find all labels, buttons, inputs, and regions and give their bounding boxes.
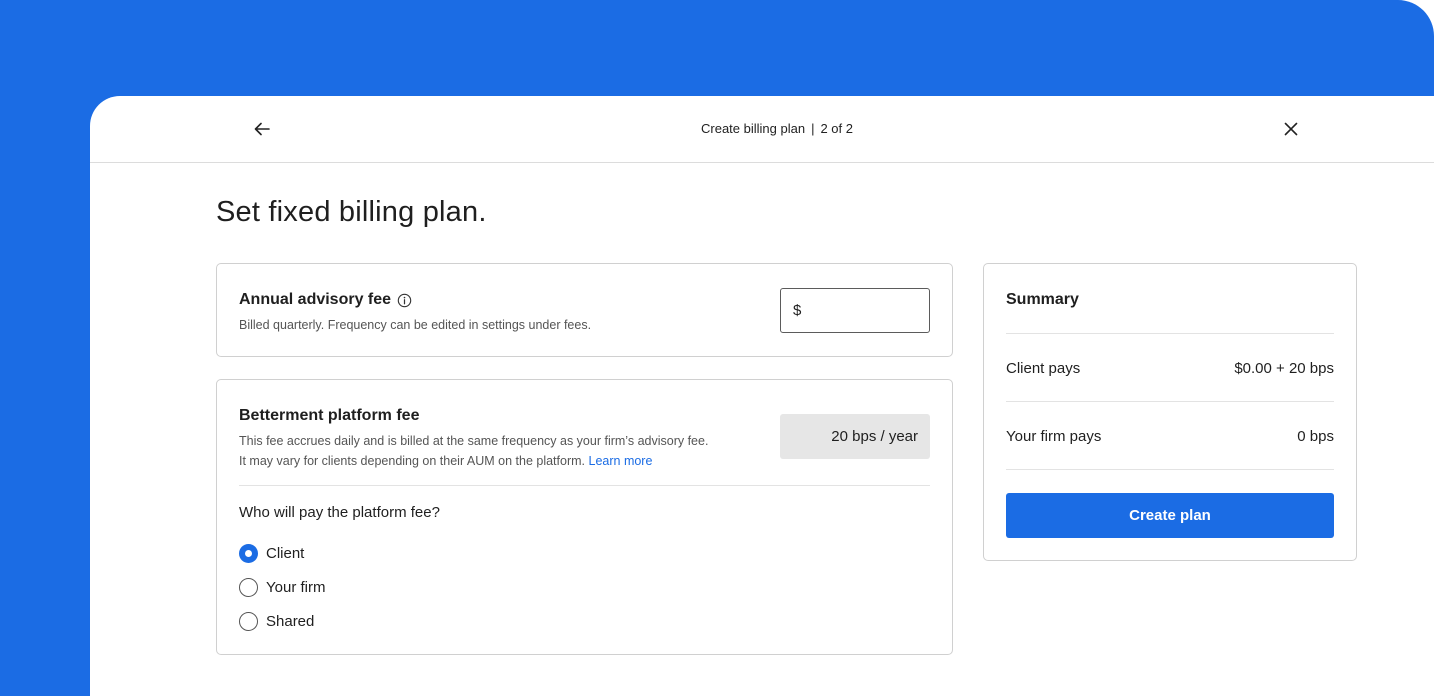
platform-fee-card: Betterment platform fee This fee accrues… bbox=[216, 379, 953, 655]
radio-button-checked[interactable] bbox=[239, 544, 258, 563]
platform-fee-description: This fee accrues daily and is billed at … bbox=[239, 431, 759, 471]
radio-label: Client bbox=[266, 545, 305, 562]
platform-fee-desc-line1: This fee accrues daily and is billed at … bbox=[239, 434, 709, 448]
summary-value: 0 bps bbox=[1297, 428, 1334, 445]
radio-option-shared[interactable]: Shared bbox=[239, 612, 314, 631]
radio-button[interactable] bbox=[239, 612, 258, 631]
radio-option-client[interactable]: Client bbox=[239, 544, 304, 563]
page-title: Set fixed billing plan. bbox=[216, 196, 487, 228]
radio-label: Your firm bbox=[266, 579, 326, 596]
advisory-fee-card: Annual advisory fee Billed quarterly. Fr… bbox=[216, 263, 953, 357]
divider bbox=[1006, 401, 1334, 402]
platform-fee-title: Betterment platform fee bbox=[239, 407, 420, 424]
create-plan-button[interactable]: Create plan bbox=[1006, 493, 1334, 538]
advisory-fee-input[interactable]: $ bbox=[780, 288, 930, 333]
radio-label: Shared bbox=[266, 613, 315, 630]
summary-card: Summary Client pays $0.00 + 20 bps Your … bbox=[983, 263, 1357, 561]
learn-more-link[interactable]: Learn more bbox=[589, 454, 653, 468]
advisory-fee-heading: Annual advisory fee bbox=[239, 291, 412, 309]
advisory-fee-field[interactable] bbox=[807, 302, 918, 319]
divider bbox=[1006, 333, 1334, 334]
billing-plan-modal: Create billing plan | 2 of 2 Set fixed bil… bbox=[90, 96, 1434, 696]
summary-title: Summary bbox=[1006, 291, 1079, 308]
platform-fee-desc-line2: It may vary for clients depending on the… bbox=[239, 454, 586, 468]
close-icon bbox=[1284, 122, 1298, 136]
currency-symbol: $ bbox=[793, 302, 802, 319]
summary-label: Your firm pays bbox=[1006, 428, 1102, 445]
summary-label: Client pays bbox=[1006, 360, 1081, 377]
radio-button[interactable] bbox=[239, 578, 258, 597]
summary-value: $0.00 + 20 bps bbox=[1234, 360, 1334, 377]
summary-row-firm: Your firm pays 0 bps bbox=[1006, 428, 1334, 445]
flow-title: Create billing plan bbox=[701, 121, 806, 136]
payer-question: Who will pay the platform fee? bbox=[239, 504, 440, 521]
close-button[interactable] bbox=[1279, 117, 1303, 141]
platform-fee-value: 20 bps / year bbox=[780, 414, 930, 459]
divider bbox=[1006, 469, 1334, 470]
step-count: 2 of 2 bbox=[820, 121, 853, 136]
advisory-fee-title: Annual advisory fee bbox=[239, 291, 392, 308]
info-icon[interactable] bbox=[397, 293, 412, 308]
divider bbox=[239, 485, 930, 486]
advisory-fee-description: Billed quarterly. Frequency can be edite… bbox=[239, 318, 592, 332]
radio-option-your-firm[interactable]: Your firm bbox=[239, 578, 325, 597]
modal-header: Create billing plan | 2 of 2 bbox=[90, 96, 1434, 163]
step-indicator: Create billing plan | 2 of 2 bbox=[90, 121, 1434, 136]
title-separator: | bbox=[811, 121, 815, 136]
summary-row-client: Client pays $0.00 + 20 bps bbox=[1006, 360, 1334, 377]
